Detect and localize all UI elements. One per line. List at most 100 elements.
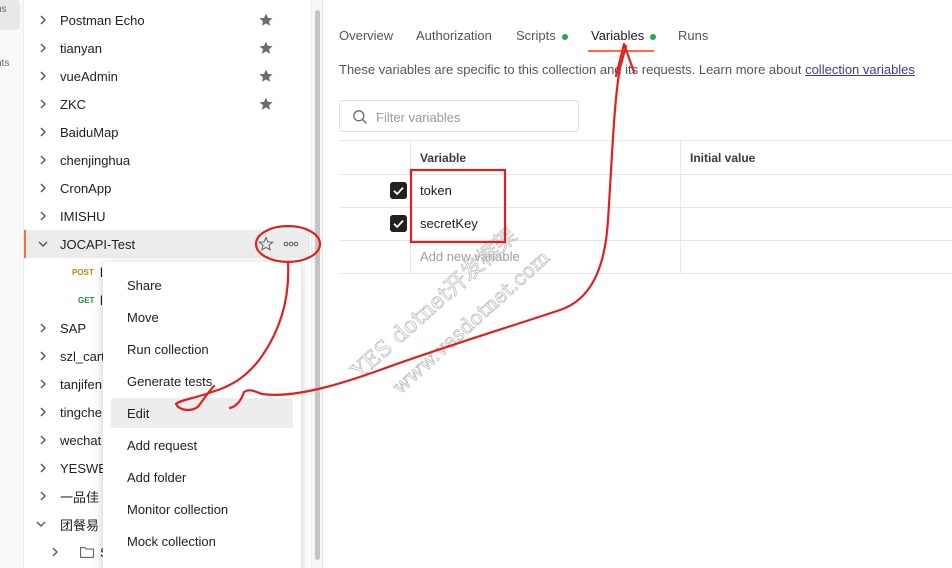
star-filled-icon[interactable] <box>258 12 274 28</box>
table-row: secretKey <box>339 207 952 241</box>
menu-item-generate-tests[interactable]: Generate tests <box>111 366 293 396</box>
variables-table: Variable Initial value token secretKey A… <box>339 140 952 274</box>
row-check-cell <box>339 240 411 273</box>
collection-label: BaiduMap <box>60 124 119 140</box>
chevron-right-icon <box>40 15 46 25</box>
tab-label: Variables <box>591 28 645 43</box>
tab-label: Overview <box>339 28 394 43</box>
menu-item-share[interactable]: Share <box>111 270 293 300</box>
more-options-icon[interactable] <box>280 237 302 251</box>
method-badge-get: GET <box>78 295 95 305</box>
method-badge-post: POST <box>72 267 94 277</box>
collection-label: SAP <box>60 320 87 336</box>
collection-label: tanjifen <box>60 376 102 392</box>
collection-item-selected[interactable]: JOCAPI-Test <box>24 230 310 258</box>
chevron-right-icon <box>40 183 46 193</box>
filter-variables-input[interactable] <box>376 108 572 126</box>
checkbox-checked-icon[interactable] <box>390 182 407 199</box>
description-text: These variables are specific to this col… <box>339 62 806 77</box>
collection-label: JOCAPI-Test <box>60 236 136 252</box>
chevron-down-icon <box>36 521 46 527</box>
tab-scripts[interactable]: Scripts <box>516 28 568 43</box>
collection-label: 一品佳 <box>60 489 100 505</box>
row-check-cell <box>339 207 411 240</box>
collection-editor: Overview Authorization Scripts Variables… <box>324 0 952 568</box>
menu-item-monitor-collection[interactable]: Monitor collection <box>111 494 293 524</box>
chevron-right-icon <box>40 407 46 417</box>
collection-label: szl_cart <box>60 348 105 364</box>
chevron-right-icon <box>40 379 46 389</box>
collection-label: ZKC <box>60 96 86 112</box>
menu-item-mock-collection[interactable]: Mock collection <box>111 526 293 556</box>
collection-label: 团餐易 <box>60 517 100 533</box>
table-row-add-new: Add new variable <box>339 240 952 274</box>
sidebar-scrollbar-thumb[interactable] <box>315 10 320 560</box>
chevron-right-icon <box>40 127 46 137</box>
folder-icon <box>80 547 94 558</box>
tab-runs[interactable]: Runs <box>678 28 708 43</box>
status-dot <box>561 33 568 40</box>
chevron-right-icon <box>40 435 46 445</box>
collection-item[interactable]: ZKC <box>24 90 310 118</box>
left-rail: ns nts <box>0 0 24 568</box>
add-new-variable-cell[interactable]: Add new variable <box>411 240 681 273</box>
collection-variables-link[interactable]: collection variables <box>805 62 915 77</box>
menu-item-add-request[interactable]: Add request <box>111 430 293 460</box>
collection-item[interactable]: vueAdmin <box>24 62 310 90</box>
collection-item[interactable]: Postman Echo <box>24 6 310 34</box>
collection-item[interactable]: BaiduMap <box>24 118 310 146</box>
chevron-right-icon <box>52 547 58 557</box>
star-filled-icon[interactable] <box>258 96 274 112</box>
sidebar-scrollbar[interactable] <box>311 0 323 568</box>
menu-item-run-collection[interactable]: Run collection <box>111 334 293 364</box>
star-filled-icon[interactable] <box>258 68 274 84</box>
chevron-right-icon <box>40 155 46 165</box>
initial-value-cell[interactable] <box>681 174 952 207</box>
star-filled-icon[interactable] <box>258 40 274 56</box>
collection-label: chenjinghua <box>60 152 131 168</box>
tab-authorization[interactable]: Authorization <box>416 28 492 43</box>
initial-value-cell[interactable] <box>681 207 952 240</box>
filter-variables-box[interactable] <box>339 100 579 132</box>
chevron-right-icon <box>40 351 46 361</box>
checkbox-checked-icon[interactable] <box>390 215 407 232</box>
collection-item[interactable]: chenjinghua <box>24 146 310 174</box>
collection-label: tingche <box>60 404 102 420</box>
collection-label: YESWE <box>60 460 107 476</box>
search-icon <box>353 110 367 124</box>
star-outline-icon[interactable] <box>258 236 274 252</box>
tab-variables[interactable]: Variables <box>591 28 657 43</box>
collection-label: tianyan <box>60 40 102 56</box>
rail-label-second: nts <box>0 58 10 69</box>
collection-context-menu: Share Move Run collection Generate tests… <box>103 262 301 568</box>
header-initial-value: Initial value <box>690 150 756 165</box>
tab-overview[interactable]: Overview <box>339 28 393 43</box>
menu-item-add-folder[interactable]: Add folder <box>111 462 293 492</box>
variable-name-cell[interactable]: token <box>411 174 681 207</box>
chevron-right-icon <box>40 99 46 109</box>
active-tab-indicator <box>588 50 654 52</box>
chevron-right-icon <box>40 323 46 333</box>
menu-item-edit[interactable]: Edit <box>111 398 293 428</box>
tab-label: Scripts <box>516 28 556 43</box>
chevron-right-icon <box>40 463 46 473</box>
chevron-right-icon <box>40 71 46 81</box>
table-row: token <box>339 174 952 208</box>
header-variable: Variable <box>411 141 681 174</box>
tab-label: Runs <box>678 28 709 43</box>
table-header-row: Variable Initial value <box>339 141 952 175</box>
header-check-cell <box>339 141 411 174</box>
tab-label: Authorization <box>416 28 492 43</box>
collection-item[interactable]: IMISHU <box>24 202 310 230</box>
collection-label: wechat <box>60 432 102 448</box>
collection-item[interactable]: tianyan <box>24 34 310 62</box>
status-dot <box>650 33 657 40</box>
chevron-right-icon <box>40 211 46 221</box>
collection-label: vueAdmin <box>60 68 118 84</box>
menu-item-move[interactable]: Move <box>111 302 293 332</box>
collection-label: CronApp <box>60 180 112 196</box>
chevron-down-icon <box>38 241 48 247</box>
variable-name-cell[interactable]: secretKey <box>411 207 681 240</box>
collection-item[interactable]: CronApp <box>24 174 310 202</box>
add-new-initial-cell[interactable] <box>681 240 952 273</box>
